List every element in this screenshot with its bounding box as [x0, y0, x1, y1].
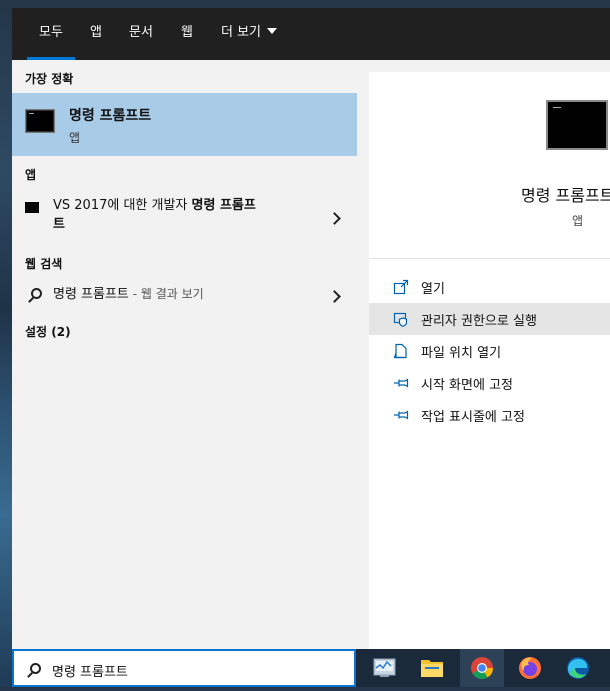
- command-prompt-icon: [25, 109, 55, 133]
- edge-icon: [567, 657, 589, 679]
- start-menu-search-panel: 모두 앱 문서 웹 더 보기 가장 정확 명령 프롬프트 앱 앱 VS 2017…: [12, 8, 610, 649]
- app-name-highlight: 명령 프롬프: [191, 198, 256, 213]
- taskbar-chrome[interactable]: [460, 649, 504, 687]
- file-explorer-icon: [421, 660, 443, 677]
- taskbar-firefox[interactable]: [508, 649, 552, 687]
- preview-subtitle: 앱: [572, 214, 584, 228]
- pin-icon: [394, 378, 409, 388]
- settings-header[interactable]: 설정 (2): [25, 323, 71, 340]
- caret-down-icon: [267, 28, 278, 34]
- results-list: 가장 정확 명령 프롬프트 앱 앱 VS 2017에 대한 개발자 명령 프롬프…: [12, 60, 357, 649]
- search-input[interactable]: 명령 프롬프트: [12, 649, 356, 687]
- command-prompt-icon: [546, 100, 608, 150]
- chevron-right-icon[interactable]: [328, 212, 341, 225]
- action-run-as-admin[interactable]: 관리자 권한으로 실행: [369, 303, 610, 335]
- app-name-prefix: VS 2017에 대한 개발자: [53, 198, 192, 213]
- taskbar-edge[interactable]: [556, 649, 600, 687]
- list-item-vs-dev-prompt[interactable]: VS 2017에 대한 개발자 명령 프롬프 트: [12, 196, 357, 244]
- action-open-file-location[interactable]: 파일 위치 열기: [369, 335, 610, 367]
- open-icon: [393, 279, 409, 295]
- web-search-item[interactable]: 명령 프롬프트 - 웹 결과 보기: [12, 284, 357, 314]
- admin-shield-icon: [393, 312, 408, 327]
- web-search-header: 웹 검색: [25, 257, 63, 271]
- web-search-suffix: - 웹 결과 보기: [128, 287, 204, 301]
- best-match-title: 명령 프롬프트: [69, 108, 152, 124]
- action-pin-to-taskbar[interactable]: 작업 표시줄에 고정: [369, 399, 610, 431]
- command-prompt-icon: [25, 202, 39, 213]
- divider: [369, 258, 610, 259]
- best-match-subtitle: 앱: [69, 131, 81, 145]
- preview-title: 명령 프롬프트: [521, 186, 610, 205]
- taskbar: [356, 649, 610, 687]
- search-icon: [30, 663, 41, 674]
- taskbar-file-explorer[interactable]: [410, 649, 454, 687]
- chevron-right-icon[interactable]: [328, 290, 341, 303]
- chrome-icon: [471, 657, 493, 679]
- tab-web[interactable]: 웹: [181, 8, 193, 60]
- taskbar-task-manager[interactable]: [362, 649, 406, 687]
- best-match-item[interactable]: 명령 프롬프트 앱: [12, 93, 357, 156]
- action-open[interactable]: 열기: [369, 271, 610, 303]
- search-icon: [31, 288, 42, 299]
- action-pin-to-start[interactable]: 시작 화면에 고정: [369, 367, 610, 399]
- preview-pane: 명령 프롬프트 앱 열기 관리자 권한으로 실행 파일 위치 열기 시작 화면에…: [369, 72, 610, 649]
- task-manager-icon: [373, 658, 396, 677]
- app-name-wrap: 트: [53, 217, 65, 232]
- tab-apps[interactable]: 앱: [90, 8, 102, 60]
- pin-icon: [394, 410, 409, 420]
- file-location-icon: [393, 343, 407, 359]
- search-query-text: 명령 프롬프트: [52, 665, 128, 680]
- tab-more[interactable]: 더 보기: [221, 8, 278, 60]
- best-match-header: 가장 정확: [25, 72, 74, 86]
- web-search-query: 명령 프롬프트: [53, 287, 129, 302]
- tab-all[interactable]: 모두: [27, 8, 75, 60]
- firefox-icon: [519, 657, 541, 679]
- tab-documents[interactable]: 문서: [129, 8, 153, 60]
- filter-tab-bar: 모두 앱 문서 웹 더 보기: [12, 8, 610, 60]
- apps-header: 앱: [25, 168, 37, 182]
